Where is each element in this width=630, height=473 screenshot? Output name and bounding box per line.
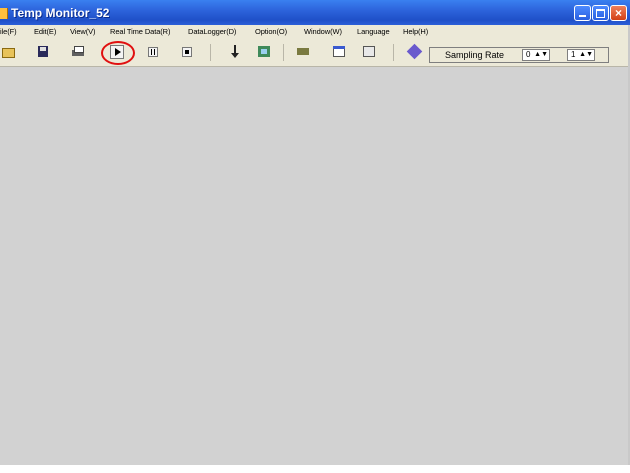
sampling-rate-spinner-2[interactable]: 1 ▲▼ [567, 49, 595, 61]
menu-real-time-data[interactable]: Real Time Data(R) [110, 27, 171, 36]
table-icon[interactable] [333, 45, 347, 59]
print-icon[interactable] [72, 45, 86, 59]
menu-help[interactable]: Help(H) [403, 27, 428, 36]
title-bar[interactable]: Temp Monitor_52 × [0, 0, 630, 25]
menu-edit[interactable]: Edit(E) [34, 27, 56, 36]
sampling-rate-label: Sampling Rate [445, 50, 505, 60]
highlight-circle [101, 41, 135, 65]
chart-icon[interactable] [258, 45, 272, 59]
sampling-rate-value-2: 1 [571, 50, 576, 59]
open-icon[interactable] [2, 45, 16, 59]
save-icon[interactable] [37, 45, 51, 59]
toolbar-separator [393, 44, 394, 61]
spin-arrows-icon[interactable]: ▲▼ [534, 50, 548, 60]
menu-datalogger[interactable]: DataLogger(D) [188, 27, 236, 36]
memory-icon[interactable] [297, 45, 311, 59]
menu-view[interactable]: View(V) [70, 27, 96, 36]
window-title: Temp Monitor_52 [11, 6, 110, 20]
menu-language[interactable]: Language [357, 27, 390, 36]
download-icon[interactable] [229, 45, 243, 59]
menu-option[interactable]: Option(O) [255, 27, 287, 36]
app-icon [0, 8, 8, 19]
client-area[interactable] [0, 67, 628, 465]
menu-bar: ile(F) Edit(E) View(V) Real Time Data(R)… [0, 25, 628, 39]
minimize-icon [579, 15, 586, 17]
app-window: Temp Monitor_52 × ile(F) Edit(E) View(V)… [0, 0, 630, 465]
report-icon[interactable] [363, 45, 377, 59]
toolbar-separator [283, 44, 284, 61]
page-bottom-edge [0, 465, 630, 473]
toolbar-separator [210, 44, 211, 61]
close-button[interactable]: × [610, 5, 627, 21]
maximize-icon [596, 9, 605, 18]
stop-icon[interactable] [180, 45, 194, 59]
maximize-button[interactable] [592, 5, 609, 21]
book-icon[interactable] [406, 43, 423, 60]
menu-window[interactable]: Window(W) [304, 27, 342, 36]
sampling-rate-spinner-1[interactable]: 0 ▲▼ [522, 49, 550, 61]
sampling-rate-value-1: 0 [526, 50, 531, 59]
pause-icon[interactable] [146, 45, 160, 59]
minimize-button[interactable] [574, 5, 591, 21]
sampling-rate-group: Sampling Rate 0 ▲▼ 1 ▲▼ [429, 47, 609, 63]
close-icon: × [614, 6, 622, 20]
menu-file[interactable]: ile(F) [0, 27, 17, 36]
spin-arrows-icon[interactable]: ▲▼ [579, 50, 593, 60]
